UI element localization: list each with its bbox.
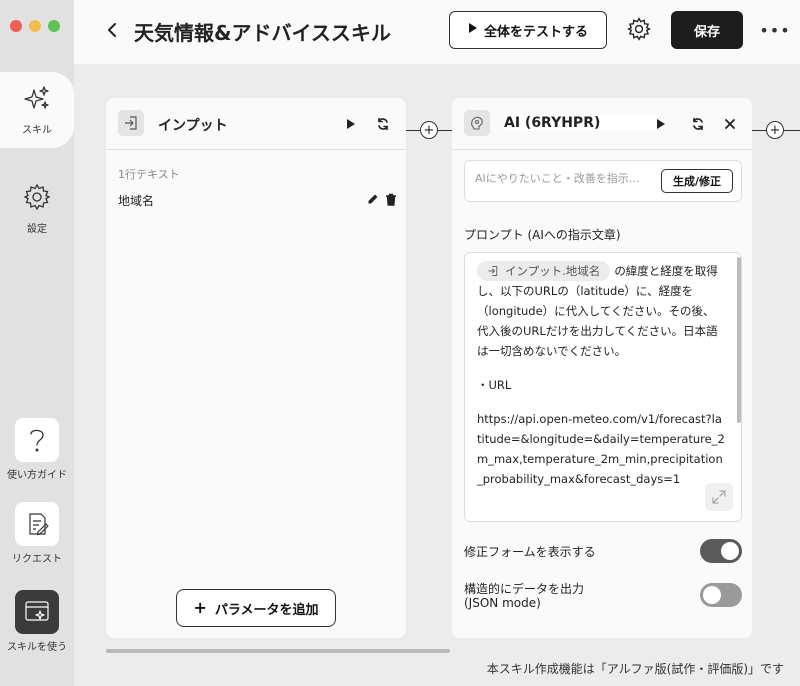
ai-head-icon [464,110,490,136]
sidebar-item-settings[interactable]: 設定 [0,182,74,235]
sparkles-icon [23,85,51,117]
json-mode-toggle[interactable] [700,583,742,607]
trash-icon[interactable] [382,190,400,208]
toggle-form-label: 修正フォームを表示する [464,545,596,559]
minimize-window-button[interactable] [29,20,41,32]
sidebar-item-label: スキル [22,124,52,136]
pencil-icon[interactable] [364,190,382,208]
more-options-icon[interactable]: ••• [759,20,789,40]
alpha-notice: 本スキル作成機能は「アルファ版(試作・評価版)」です [486,662,784,676]
chevron-left-icon[interactable] [102,20,122,40]
sidebar-item-request[interactable]: リクエスト [0,502,74,565]
play-icon [468,22,478,38]
json-mode-label-line1: 構造的にデータを出力 [464,582,585,596]
close-window-button[interactable] [10,20,22,32]
sidebar-item-label: 設定 [27,224,47,235]
gear-icon [22,182,52,216]
note-edit-icon [15,502,59,546]
ai-card-header: AI (6RYHPR) [452,98,752,150]
add-parameter-label: パラメータを追加 [214,602,319,618]
play-icon[interactable] [652,115,670,133]
close-icon[interactable] [721,115,739,133]
input-card: インプット 1行テキスト 地域名 + パラメータを追加 [106,98,406,638]
variable-chip[interactable]: インプット.地域名 [477,261,611,281]
prompt-text: インプット.地域名 の緯度と経度を取得し、以下のURLの（latitude）に、… [477,261,725,503]
horizontal-scrollbar[interactable] [106,649,450,653]
add-node-button[interactable]: + [766,121,784,139]
page-title: 天気情報&アドバイススキル [134,21,391,45]
prompt-editor[interactable]: インプット.地域名 の緯度と経度を取得し、以下のURLの（latitude）に、… [464,252,742,522]
ai-card-title[interactable]: AI (6RYHPR) [504,115,657,131]
json-mode-label: 構造的にデータを出力 (JSON mode) [464,582,584,610]
test-all-button[interactable]: 全体をテストする [449,11,607,49]
toggle-knob [721,542,739,560]
window-controls [10,20,60,32]
test-all-label: 全体をテストする [483,24,588,40]
expand-icon[interactable] [705,483,733,511]
input-card-header: インプット [106,98,406,150]
ai-instruction-field: 生成/修正 [464,160,742,202]
prompt-paragraph: ・URL [477,378,512,392]
question-icon [15,418,59,462]
prompt-url: https://api.open-meteo.com/v1/forecast?l… [477,412,725,486]
skill-window-icon [15,590,59,634]
refresh-icon[interactable] [374,115,392,133]
plus-icon: + [193,598,207,617]
refresh-icon[interactable] [689,115,707,133]
play-icon[interactable] [342,115,360,133]
ai-instruction-input[interactable] [475,172,655,185]
variable-chip-label: インプット.地域名 [505,264,601,278]
zoom-window-button[interactable] [48,20,60,32]
sidebar-item-skill[interactable]: スキル [0,72,74,148]
add-node-button[interactable]: + [420,121,438,139]
gear-icon[interactable] [626,16,652,42]
param-type-label: 1行テキスト [118,168,180,181]
sidebar-item-label: 使い方ガイド [7,470,67,481]
sidebar: スキル 設定 使い方ガイド リクエスト スキルを使う [0,0,74,686]
json-mode-label-line2: (JSON mode) [464,596,541,610]
show-form-toggle[interactable] [700,539,742,563]
sidebar-item-label: リクエスト [12,554,62,565]
save-button[interactable]: 保存 [671,11,743,49]
ai-card: AI (6RYHPR) 生成/修正 プロンプト (AIへの指示文章) [452,98,752,638]
sidebar-item-guide[interactable]: 使い方ガイド [0,418,74,481]
prompt-label: プロンプト (AIへの指示文章) [464,228,621,242]
add-parameter-button[interactable]: + パラメータを追加 [176,589,336,627]
sidebar-item-use-skill[interactable]: スキルを使う [0,590,74,653]
prompt-scrollbar[interactable] [737,257,741,423]
generate-button[interactable]: 生成/修正 [661,169,733,193]
input-arrow-icon [118,110,144,136]
param-name: 地域名 [118,194,155,208]
header: 天気情報&アドバイススキル 全体をテストする 保存 ••• [74,0,800,64]
sidebar-item-label: スキルを使う [7,642,67,653]
input-card-title: インプット [158,118,228,134]
toggle-knob [703,586,721,604]
